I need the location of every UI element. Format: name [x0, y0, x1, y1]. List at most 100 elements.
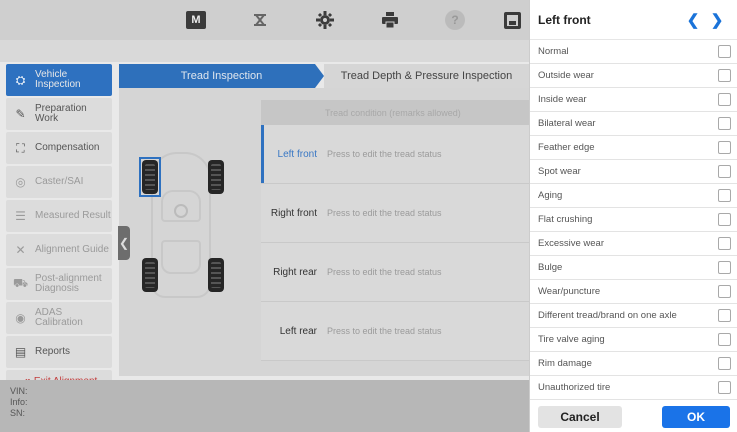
caster-icon: ◎ — [15, 175, 26, 189]
panel-header: Left front ❮ ❯ — [530, 0, 737, 40]
option-label: Different tread/brand on one axle — [538, 310, 677, 321]
option-label: Excessive wear — [538, 238, 604, 249]
option-checkbox[interactable] — [718, 165, 731, 178]
sn-label: SN: — [10, 408, 26, 418]
table-row[interactable]: Left rear Press to edit the tread status — [261, 302, 529, 361]
vehicle-info-bar: VIN: Info: SN: — [0, 380, 529, 432]
option-row[interactable]: Outside wear — [530, 64, 737, 88]
help-icon[interactable]: ? — [443, 9, 467, 31]
option-checkbox[interactable] — [718, 381, 731, 394]
sidebar-item-post-alignment-diagnosis[interactable]: ⛟ Post-alignment Diagnosis — [6, 268, 112, 300]
tab-tread-inspection[interactable]: Tread Inspection — [119, 64, 324, 88]
guide-icon: ✕ — [15, 243, 26, 257]
option-label: Spot wear — [538, 166, 581, 177]
sidebar-item-label: Alignment Guide — [35, 244, 109, 255]
sidebar: ⛭ Vehicle Inspection ✎ Preparation Work … — [6, 64, 112, 392]
option-checkbox[interactable] — [718, 333, 731, 346]
option-label: Inside wear — [538, 94, 587, 105]
table-row[interactable]: Right rear Press to edit the tread statu… — [261, 243, 529, 302]
sidebar-item-label: Reports — [35, 346, 71, 357]
sidebar-item-vehicle-inspection[interactable]: ⛭ Vehicle Inspection — [6, 64, 112, 96]
sidebar-item-preparation-work[interactable]: ✎ Preparation Work — [6, 98, 112, 130]
option-label: Aging — [538, 190, 563, 201]
wheel-left-rear[interactable] — [142, 258, 158, 292]
option-label: Rim damage — [538, 358, 592, 369]
sidebar-item-label: Preparation Work — [35, 103, 87, 124]
option-checkbox[interactable] — [718, 309, 731, 322]
option-label: Feather edge — [538, 142, 595, 153]
option-checkbox[interactable] — [718, 213, 731, 226]
option-row[interactable]: Spot wear — [530, 160, 737, 184]
sidebar-item-label: Post-alignment Diagnosis — [35, 273, 102, 294]
option-label: Tire valve aging — [538, 334, 605, 345]
row-value: Press to edit the tread status — [327, 267, 442, 277]
collapse-sidebar-handle[interactable]: ❮ — [118, 226, 130, 260]
option-checkbox[interactable] — [718, 285, 731, 298]
option-label: Wear/puncture — [538, 286, 601, 297]
sidebar-item-adas-calibration[interactable]: ◉ ADAS Calibration — [6, 302, 112, 334]
gear-icon[interactable] — [313, 9, 337, 31]
option-checkbox[interactable] — [718, 93, 731, 106]
sidebar-item-compensation[interactable]: ⛶ Compensation — [6, 132, 112, 164]
option-checkbox[interactable] — [718, 141, 731, 154]
row-value: Press to edit the tread status — [327, 326, 442, 336]
wheel-right-rear[interactable] — [208, 258, 224, 292]
option-row[interactable]: Wear/puncture — [530, 280, 737, 304]
sidebar-item-label: Vehicle Inspection — [35, 69, 81, 90]
chevron-left-icon[interactable]: ❮ — [681, 11, 705, 29]
lift-icon[interactable] — [248, 9, 272, 31]
compensation-icon: ⛶ — [16, 140, 25, 155]
main-app: M ? ⛭ Vehicle Inspection ✎ Preparation W… — [0, 0, 529, 432]
panel-title: Left front — [538, 12, 591, 27]
option-row[interactable]: Inside wear — [530, 88, 737, 112]
sidebar-item-measured-result[interactable]: ☰ Measured Result — [6, 200, 112, 232]
option-checkbox[interactable] — [718, 45, 731, 58]
option-row[interactable]: Unauthorized tire — [530, 376, 737, 400]
option-row[interactable]: Aging — [530, 184, 737, 208]
option-row[interactable]: Bulge — [530, 256, 737, 280]
vin-label: VIN: — [10, 386, 28, 396]
row-position: Right front — [270, 207, 317, 219]
option-row[interactable]: Rim damage — [530, 352, 737, 376]
option-row[interactable]: Normal — [530, 40, 737, 64]
option-checkbox[interactable] — [718, 357, 731, 370]
save-icon[interactable] — [500, 9, 524, 31]
inspection-icon: ⛭ — [15, 72, 26, 87]
option-checkbox[interactable] — [718, 237, 731, 250]
cancel-button[interactable]: Cancel — [538, 406, 622, 428]
sidebar-item-reports[interactable]: ▤ Reports — [6, 336, 112, 368]
tread-status-panel: Left front ❮ ❯ Normal Outside wear Insid… — [529, 0, 737, 432]
row-position: Left rear — [279, 325, 317, 337]
diagnosis-icon: ⛟ — [12, 276, 29, 290]
tread-table: Tread condition (remarks allowed) Left f… — [261, 100, 529, 376]
adas-icon: ◉ — [15, 311, 26, 325]
option-label: Bilateral wear — [538, 118, 596, 129]
sidebar-item-label: Caster/SAI — [35, 176, 84, 187]
table-row[interactable]: Left front Press to edit the tread statu… — [261, 125, 529, 184]
ok-button[interactable]: OK — [662, 406, 730, 428]
option-row[interactable]: Different tread/brand on one axle — [530, 304, 737, 328]
option-row[interactable]: Excessive wear — [530, 232, 737, 256]
sidebar-item-alignment-guide[interactable]: ✕ Alignment Guide — [6, 234, 112, 266]
option-label: Normal — [538, 46, 569, 57]
table-row[interactable]: Right front Press to edit the tread stat… — [261, 184, 529, 243]
row-value: Press to edit the tread status — [327, 208, 442, 218]
home-icon[interactable]: M — [184, 9, 208, 31]
home-glyph: M — [186, 11, 206, 29]
wheel-selection-box — [139, 157, 161, 197]
option-checkbox[interactable] — [718, 189, 731, 202]
option-checkbox[interactable] — [718, 69, 731, 82]
chevron-right-icon[interactable]: ❯ — [705, 11, 729, 29]
option-label: Bulge — [538, 262, 563, 273]
sidebar-item-caster-sai[interactable]: ◎ Caster/SAI — [6, 166, 112, 198]
option-row[interactable]: Bilateral wear — [530, 112, 737, 136]
option-row[interactable]: Flat crushing — [530, 208, 737, 232]
option-row[interactable]: Tire valve aging — [530, 328, 737, 352]
option-row[interactable]: Feather edge — [530, 136, 737, 160]
car-diagram — [139, 148, 224, 298]
wheel-right-front[interactable] — [208, 160, 224, 194]
option-checkbox[interactable] — [718, 261, 731, 274]
option-checkbox[interactable] — [718, 117, 731, 130]
print-icon[interactable] — [378, 9, 402, 31]
tab-tread-depth-pressure[interactable]: Tread Depth & Pressure Inspection — [324, 64, 529, 88]
